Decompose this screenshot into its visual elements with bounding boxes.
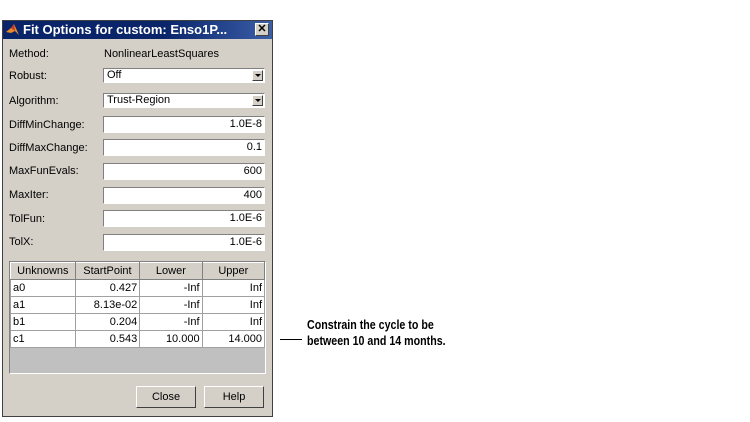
fit-options-dialog: Fit Options for custom: Enso1P... ✕ Meth…	[2, 20, 273, 417]
close-window-icon[interactable]: ✕	[255, 23, 269, 36]
diffminchange-label: DiffMinChange:	[9, 119, 85, 131]
title-bar[interactable]: Fit Options for custom: Enso1P... ✕	[3, 21, 272, 39]
dialog-title: Fit Options for custom: Enso1P...	[23, 22, 228, 37]
tolx-input[interactable]: 1.0E-6	[103, 234, 265, 251]
column-header-lower[interactable]: Lower	[139, 262, 203, 280]
dropdown-arrow-icon[interactable]	[252, 70, 263, 81]
annotation-leader-line	[280, 339, 302, 340]
robust-select-value: Off	[107, 69, 122, 81]
method-value: NonlinearLeastSquares	[104, 48, 219, 60]
table-row: c1 0.543 10.000 14.000	[10, 330, 266, 348]
lower-cell[interactable]: -Inf	[139, 313, 203, 331]
lower-cell[interactable]: -Inf	[139, 296, 203, 314]
annotation-line-1: Constrain the cycle to be	[307, 317, 434, 332]
table-row: b1 0.204 -Inf Inf	[10, 313, 266, 331]
upper-cell[interactable]: Inf	[201, 313, 266, 331]
unknown-name-cell: a0	[10, 279, 76, 297]
column-header-startpoint[interactable]: StartPoint	[74, 262, 141, 280]
annotation-callout: Constrain the cycle to be between 10 and…	[307, 317, 446, 349]
maxiter-label: MaxIter:	[9, 189, 49, 201]
maxiter-input[interactable]: 400	[103, 187, 265, 204]
algorithm-select[interactable]: Trust-Region	[103, 93, 265, 108]
help-button[interactable]: Help	[204, 386, 264, 408]
matlab-logo-icon	[6, 24, 19, 35]
startpoint-cell[interactable]: 0.204	[74, 313, 141, 331]
algorithm-select-value: Trust-Region	[107, 94, 171, 106]
maxfunevals-input[interactable]: 600	[103, 163, 265, 180]
diffmaxchange-label: DiffMaxChange:	[9, 142, 88, 154]
table-row: a1 8.13e-02 -Inf Inf	[10, 296, 266, 314]
maxfunevals-label: MaxFunEvals:	[9, 165, 79, 177]
upper-cell[interactable]: Inf	[201, 296, 266, 314]
column-header-upper[interactable]: Upper	[201, 262, 266, 280]
startpoint-cell[interactable]: 8.13e-02	[74, 296, 141, 314]
dropdown-arrow-icon[interactable]	[252, 95, 263, 106]
diffmaxchange-input[interactable]: 0.1	[103, 139, 265, 156]
unknown-name-cell: a1	[10, 296, 76, 314]
startpoint-cell[interactable]: 0.543	[74, 330, 141, 348]
close-button[interactable]: Close	[136, 386, 196, 408]
algorithm-label: Algorithm:	[9, 95, 59, 107]
tolfun-input[interactable]: 1.0E-6	[103, 210, 265, 227]
tolx-label: TolX:	[9, 236, 34, 248]
method-label: Method:	[9, 48, 49, 60]
robust-label: Robust:	[9, 70, 47, 82]
column-header-unknowns[interactable]: Unknowns	[10, 262, 76, 280]
upper-cell[interactable]: Inf	[201, 279, 266, 297]
annotation-line-2: between 10 and 14 months.	[307, 333, 446, 348]
startpoint-cell[interactable]: 0.427	[74, 279, 141, 297]
diffminchange-input[interactable]: 1.0E-8	[103, 116, 265, 133]
lower-cell[interactable]: 10.000	[139, 330, 203, 348]
upper-cell[interactable]: 14.000	[201, 330, 266, 348]
table-header-row: Unknowns StartPoint Lower Upper	[10, 262, 266, 280]
coefficients-table: Unknowns StartPoint Lower Upper a0 0.427…	[9, 261, 266, 374]
tolfun-label: TolFun:	[9, 213, 46, 225]
lower-cell[interactable]: -Inf	[139, 279, 203, 297]
unknown-name-cell: b1	[10, 313, 76, 331]
unknown-name-cell: c1	[10, 330, 76, 348]
table-row: a0 0.427 -Inf Inf	[10, 279, 266, 297]
robust-select[interactable]: Off	[103, 68, 265, 83]
